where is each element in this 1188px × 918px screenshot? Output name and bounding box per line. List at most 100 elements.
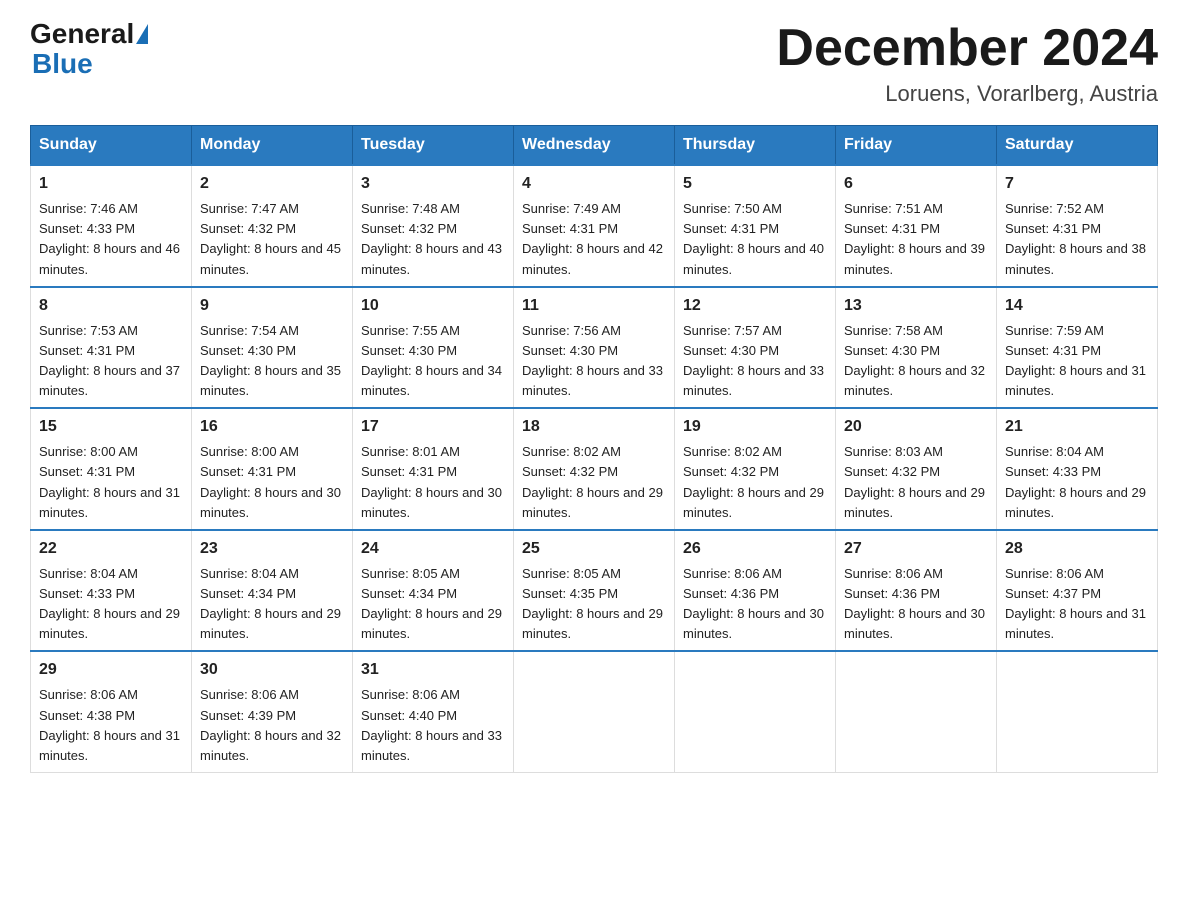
calendar-cell: 2 Sunrise: 7:47 AMSunset: 4:32 PMDayligh… (192, 165, 353, 287)
day-number: 23 (200, 537, 344, 561)
calendar-cell: 26 Sunrise: 8:06 AMSunset: 4:36 PMDaylig… (675, 530, 836, 652)
day-info: Sunrise: 8:05 AMSunset: 4:34 PMDaylight:… (361, 566, 502, 641)
logo-text: General (30, 20, 148, 48)
day-number: 25 (522, 537, 666, 561)
month-title: December 2024 (776, 20, 1158, 77)
day-number: 5 (683, 172, 827, 196)
calendar-week-row: 29 Sunrise: 8:06 AMSunset: 4:38 PMDaylig… (31, 651, 1158, 772)
calendar-cell: 31 Sunrise: 8:06 AMSunset: 4:40 PMDaylig… (353, 651, 514, 772)
day-info: Sunrise: 8:05 AMSunset: 4:35 PMDaylight:… (522, 566, 663, 641)
day-info: Sunrise: 8:02 AMSunset: 4:32 PMDaylight:… (522, 444, 663, 519)
day-number: 27 (844, 537, 988, 561)
day-info: Sunrise: 7:48 AMSunset: 4:32 PMDaylight:… (361, 201, 502, 276)
calendar-week-row: 22 Sunrise: 8:04 AMSunset: 4:33 PMDaylig… (31, 530, 1158, 652)
day-info: Sunrise: 8:04 AMSunset: 4:33 PMDaylight:… (1005, 444, 1146, 519)
column-header-tuesday: Tuesday (353, 126, 514, 166)
day-info: Sunrise: 7:57 AMSunset: 4:30 PMDaylight:… (683, 323, 824, 398)
calendar-cell: 16 Sunrise: 8:00 AMSunset: 4:31 PMDaylig… (192, 408, 353, 530)
day-number: 13 (844, 294, 988, 318)
column-header-friday: Friday (836, 126, 997, 166)
calendar-cell: 4 Sunrise: 7:49 AMSunset: 4:31 PMDayligh… (514, 165, 675, 287)
day-info: Sunrise: 7:56 AMSunset: 4:30 PMDaylight:… (522, 323, 663, 398)
day-number: 31 (361, 658, 505, 682)
logo-triangle-icon (136, 24, 148, 44)
day-info: Sunrise: 8:06 AMSunset: 4:37 PMDaylight:… (1005, 566, 1146, 641)
day-number: 3 (361, 172, 505, 196)
day-info: Sunrise: 7:50 AMSunset: 4:31 PMDaylight:… (683, 201, 824, 276)
calendar-cell: 21 Sunrise: 8:04 AMSunset: 4:33 PMDaylig… (997, 408, 1158, 530)
location-title: Loruens, Vorarlberg, Austria (776, 81, 1158, 107)
day-info: Sunrise: 8:06 AMSunset: 4:40 PMDaylight:… (361, 687, 502, 762)
day-number: 6 (844, 172, 988, 196)
calendar-cell: 15 Sunrise: 8:00 AMSunset: 4:31 PMDaylig… (31, 408, 192, 530)
day-number: 2 (200, 172, 344, 196)
day-info: Sunrise: 7:51 AMSunset: 4:31 PMDaylight:… (844, 201, 985, 276)
day-number: 8 (39, 294, 183, 318)
day-info: Sunrise: 7:47 AMSunset: 4:32 PMDaylight:… (200, 201, 341, 276)
column-header-wednesday: Wednesday (514, 126, 675, 166)
day-number: 15 (39, 415, 183, 439)
day-info: Sunrise: 8:00 AMSunset: 4:31 PMDaylight:… (39, 444, 180, 519)
day-number: 9 (200, 294, 344, 318)
calendar-cell: 7 Sunrise: 7:52 AMSunset: 4:31 PMDayligh… (997, 165, 1158, 287)
calendar-week-row: 8 Sunrise: 7:53 AMSunset: 4:31 PMDayligh… (31, 287, 1158, 409)
calendar-cell: 14 Sunrise: 7:59 AMSunset: 4:31 PMDaylig… (997, 287, 1158, 409)
day-number: 19 (683, 415, 827, 439)
day-number: 14 (1005, 294, 1149, 318)
day-number: 4 (522, 172, 666, 196)
calendar-cell: 18 Sunrise: 8:02 AMSunset: 4:32 PMDaylig… (514, 408, 675, 530)
calendar-table: SundayMondayTuesdayWednesdayThursdayFrid… (30, 125, 1158, 773)
calendar-cell: 5 Sunrise: 7:50 AMSunset: 4:31 PMDayligh… (675, 165, 836, 287)
day-number: 20 (844, 415, 988, 439)
day-info: Sunrise: 8:06 AMSunset: 4:36 PMDaylight:… (844, 566, 985, 641)
calendar-cell: 22 Sunrise: 8:04 AMSunset: 4:33 PMDaylig… (31, 530, 192, 652)
day-number: 18 (522, 415, 666, 439)
calendar-cell: 19 Sunrise: 8:02 AMSunset: 4:32 PMDaylig… (675, 408, 836, 530)
day-info: Sunrise: 8:06 AMSunset: 4:39 PMDaylight:… (200, 687, 341, 762)
calendar-cell: 30 Sunrise: 8:06 AMSunset: 4:39 PMDaylig… (192, 651, 353, 772)
day-number: 26 (683, 537, 827, 561)
calendar-cell (514, 651, 675, 772)
day-number: 12 (683, 294, 827, 318)
day-info: Sunrise: 7:52 AMSunset: 4:31 PMDaylight:… (1005, 201, 1146, 276)
day-info: Sunrise: 8:04 AMSunset: 4:34 PMDaylight:… (200, 566, 341, 641)
day-info: Sunrise: 8:00 AMSunset: 4:31 PMDaylight:… (200, 444, 341, 519)
day-number: 29 (39, 658, 183, 682)
day-info: Sunrise: 7:53 AMSunset: 4:31 PMDaylight:… (39, 323, 180, 398)
calendar-cell: 17 Sunrise: 8:01 AMSunset: 4:31 PMDaylig… (353, 408, 514, 530)
day-info: Sunrise: 8:01 AMSunset: 4:31 PMDaylight:… (361, 444, 502, 519)
calendar-cell (675, 651, 836, 772)
day-info: Sunrise: 8:06 AMSunset: 4:36 PMDaylight:… (683, 566, 824, 641)
day-info: Sunrise: 7:46 AMSunset: 4:33 PMDaylight:… (39, 201, 180, 276)
column-header-monday: Monday (192, 126, 353, 166)
calendar-week-row: 15 Sunrise: 8:00 AMSunset: 4:31 PMDaylig… (31, 408, 1158, 530)
calendar-cell: 28 Sunrise: 8:06 AMSunset: 4:37 PMDaylig… (997, 530, 1158, 652)
calendar-cell: 27 Sunrise: 8:06 AMSunset: 4:36 PMDaylig… (836, 530, 997, 652)
calendar-header-row: SundayMondayTuesdayWednesdayThursdayFrid… (31, 126, 1158, 166)
calendar-week-row: 1 Sunrise: 7:46 AMSunset: 4:33 PMDayligh… (31, 165, 1158, 287)
calendar-cell: 24 Sunrise: 8:05 AMSunset: 4:34 PMDaylig… (353, 530, 514, 652)
day-number: 28 (1005, 537, 1149, 561)
calendar-cell: 25 Sunrise: 8:05 AMSunset: 4:35 PMDaylig… (514, 530, 675, 652)
logo-general: General (30, 20, 134, 48)
page-header: General Blue December 2024 Loruens, Vora… (30, 20, 1158, 107)
calendar-cell: 20 Sunrise: 8:03 AMSunset: 4:32 PMDaylig… (836, 408, 997, 530)
calendar-cell: 12 Sunrise: 7:57 AMSunset: 4:30 PMDaylig… (675, 287, 836, 409)
day-number: 1 (39, 172, 183, 196)
day-number: 30 (200, 658, 344, 682)
day-number: 22 (39, 537, 183, 561)
column-header-sunday: Sunday (31, 126, 192, 166)
calendar-cell: 1 Sunrise: 7:46 AMSunset: 4:33 PMDayligh… (31, 165, 192, 287)
logo: General Blue (30, 20, 148, 80)
day-number: 11 (522, 294, 666, 318)
calendar-cell: 3 Sunrise: 7:48 AMSunset: 4:32 PMDayligh… (353, 165, 514, 287)
calendar-cell: 6 Sunrise: 7:51 AMSunset: 4:31 PMDayligh… (836, 165, 997, 287)
day-info: Sunrise: 7:49 AMSunset: 4:31 PMDaylight:… (522, 201, 663, 276)
calendar-cell (997, 651, 1158, 772)
calendar-cell: 29 Sunrise: 8:06 AMSunset: 4:38 PMDaylig… (31, 651, 192, 772)
calendar-cell: 10 Sunrise: 7:55 AMSunset: 4:30 PMDaylig… (353, 287, 514, 409)
day-info: Sunrise: 8:02 AMSunset: 4:32 PMDaylight:… (683, 444, 824, 519)
day-info: Sunrise: 7:55 AMSunset: 4:30 PMDaylight:… (361, 323, 502, 398)
column-header-saturday: Saturday (997, 126, 1158, 166)
title-area: December 2024 Loruens, Vorarlberg, Austr… (776, 20, 1158, 107)
